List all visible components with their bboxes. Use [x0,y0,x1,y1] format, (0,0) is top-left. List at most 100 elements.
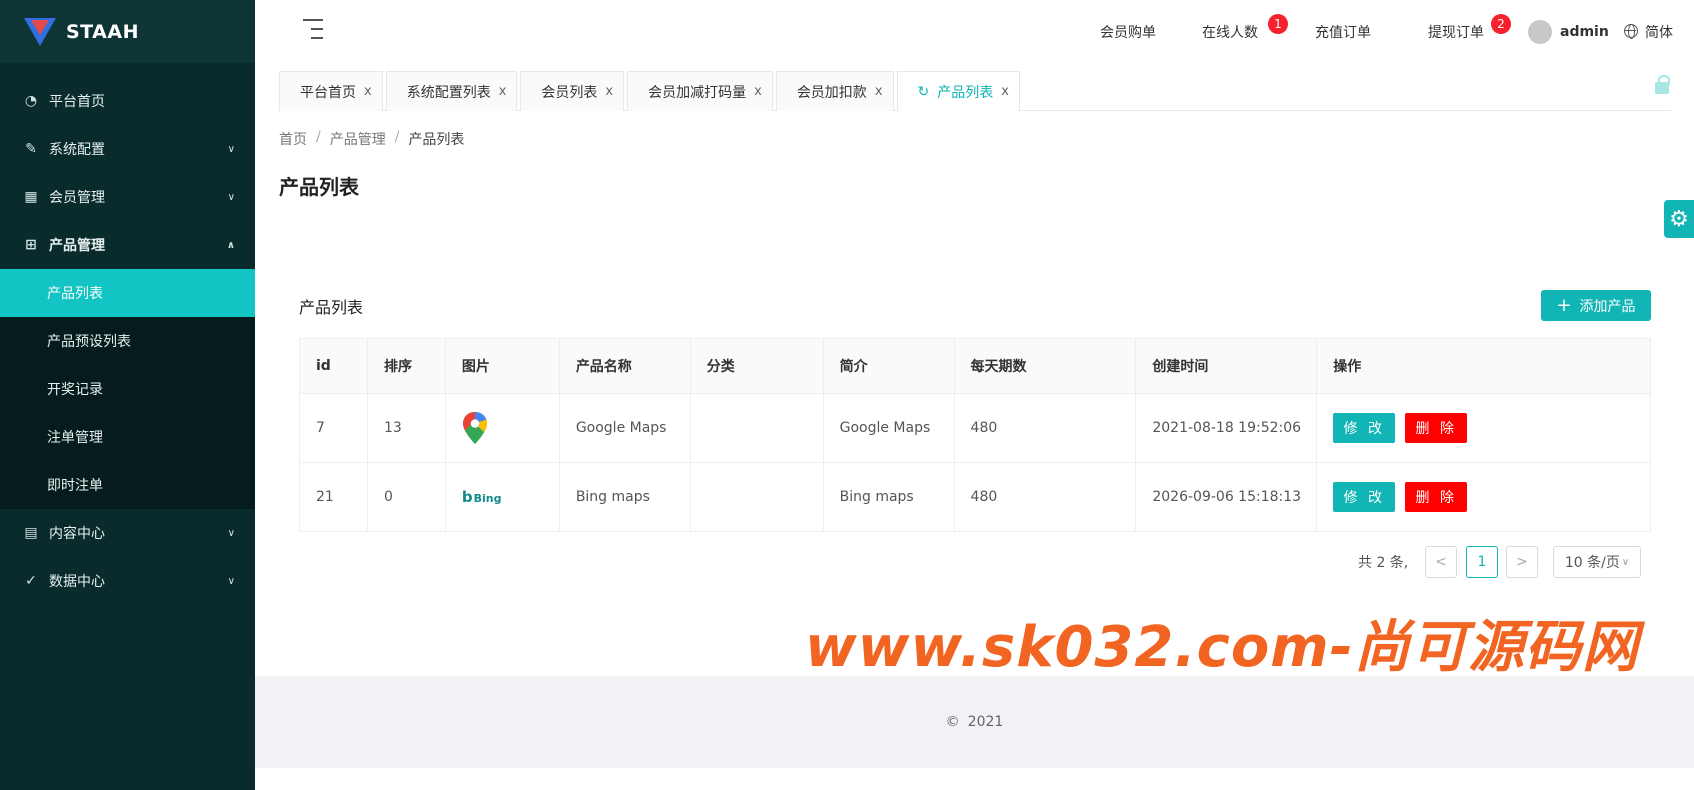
sidebar-submenu: 产品列表 产品预设列表 开奖记录 注单管理 即时注单 [0,269,255,509]
cell-name: Google Maps [558,393,691,463]
tab-platform-home[interactable]: 平台首页 x [279,71,383,111]
cell-periods: 480 [953,393,1137,463]
edit-button[interactable]: 修 改 [1333,413,1396,443]
google-maps-icon [462,412,487,444]
sidebar-subitem-live-bets[interactable]: 即时注单 [0,461,255,509]
chevron-down-icon: ∨ [227,527,235,539]
close-icon[interactable]: x [364,84,372,99]
username[interactable]: admin [1560,0,1609,63]
edit-icon: ✎ [25,141,37,157]
add-product-button[interactable]: + 添加产品 [1541,290,1651,321]
column-header: 创建时间 [1135,338,1318,394]
globe-icon[interactable] [1624,24,1638,39]
column-header: 每天期数 [953,338,1137,394]
sidebar-subitem-bet-management[interactable]: 注单管理 [0,413,255,461]
tab-system-config-list[interactable]: 系统配置列表 x [385,71,518,111]
refresh-icon[interactable]: ↻ [918,84,930,100]
bing-logo-text: Bing [473,492,502,505]
delete-button[interactable]: 删 除 [1405,413,1468,443]
sidebar-subitem-product-list[interactable]: 产品列表 [0,269,255,317]
sidebar-item-label: 平台首页 [49,94,105,110]
pagination-prev-icon[interactable]: < [1425,546,1457,578]
sidebar-item-home[interactable]: ◔ 平台首页 [0,77,255,125]
logo[interactable]: STAAH [0,0,255,63]
dashboard-icon: ◔ [24,93,38,109]
table-row: 21 0 bBing Bing maps Bing maps 480 2026-… [299,462,1651,532]
cell-periods: 480 [953,462,1137,532]
close-icon[interactable]: x [499,84,507,99]
sidebar-subitem-draw-records[interactable]: 开奖记录 [0,365,255,413]
cell-sort: 13 [366,393,446,463]
nav-withdraw-orders[interactable]: 提现订单 [1428,0,1484,63]
tab-member-list[interactable]: 会员列表 x [520,71,625,111]
avatar[interactable] [1528,20,1552,44]
pagination-page-1[interactable]: 1 [1466,546,1498,578]
tab-product-list[interactable]: ↻ 产品列表 x [896,71,1020,112]
table-row: 7 13 Google Maps Google Maps 480 2021-08… [299,393,1651,463]
tab-label: 平台首页 [300,84,356,101]
cell-actions: 修 改删 除 [1316,393,1651,463]
page-title: 产品列表 [279,175,359,199]
sidebar-item-label: 产品管理 [49,238,105,254]
page-size-select[interactable]: 10 条/页 ∨ [1553,546,1641,578]
breadcrumb-product-management[interactable]: 产品管理 [330,129,386,149]
sidebar-item-label: 系统配置 [49,142,105,158]
cell-name: Bing maps [558,462,691,532]
column-header: 图片 [444,338,560,394]
sidebar-item-label: 会员管理 [49,190,105,206]
cell-id: 21 [299,462,368,532]
tab-label: 产品列表 [937,84,994,101]
top-header: 会员购单 在线人数 1 充值订单 提现订单 2 admin 简体 [255,0,1694,63]
sidebar-item-data[interactable]: ✓ 数据中心 ∨ [0,557,255,605]
delete-button[interactable]: 删 除 [1405,482,1468,512]
edit-button[interactable]: 修 改 [1333,482,1396,512]
pagination-total: 共 2 条, [1358,555,1409,571]
column-header: 产品名称 [558,338,691,394]
logo-mark-icon [24,17,56,46]
cell-category [689,462,824,532]
add-product-label: 添加产品 [1579,298,1636,315]
sidebar-subitem-product-preset[interactable]: 产品预设列表 [0,317,255,365]
product-table: id 排序 图片 产品名称 分类 简介 每天期数 创建时间 操作 7 13 Go… [299,338,1651,532]
language-switch[interactable]: 简体 [1645,0,1673,63]
cell-intro: Google Maps [822,393,955,463]
breadcrumb-home[interactable]: 首页 [279,129,307,149]
cell-image [444,393,560,463]
card-title: 产品列表 [299,298,364,317]
sidebar-item-content[interactable]: ▤ 内容中心 ∨ [0,509,255,557]
chevron-down-icon: ∨ [227,575,235,587]
logo-text: STAAH [66,20,139,43]
pagination-next-icon[interactable]: > [1506,546,1538,578]
sidebar-item-members[interactable]: ▦ 会员管理 ∨ [0,173,255,221]
sidebar-item-label: 数据中心 [49,574,105,590]
page-size-value: 10 条/页 [1564,555,1620,571]
footer: © 2021 [255,676,1694,768]
lock-icon[interactable] [1655,75,1670,94]
menu-toggle-icon[interactable] [303,19,323,39]
sidebar-item-products[interactable]: ⊞ 产品管理 ∧ [0,221,255,269]
tab-member-balance-adjust[interactable]: 会员加扣款 x [775,71,894,111]
bottom-strip [255,768,1694,790]
nav-online-users[interactable]: 在线人数 [1202,0,1258,63]
tab-member-betting-volume[interactable]: 会员加减打码量 x [627,71,773,111]
column-header: 简介 [822,338,955,394]
nav-recharge-orders[interactable]: 充值订单 [1315,0,1371,63]
column-header: 排序 [366,338,446,394]
table-header-row: id 排序 图片 产品名称 分类 简介 每天期数 创建时间 操作 [299,338,1651,394]
chevron-down-icon: ∨ [1621,556,1630,568]
cell-image: bBing [444,462,560,532]
cell-created: 2021-08-18 19:52:06 [1135,393,1318,463]
gear-icon[interactable]: ⚙ [1664,200,1694,238]
close-icon[interactable]: x [875,84,883,99]
tab-label: 系统配置列表 [406,84,491,101]
check-circle-icon: ✓ [25,573,37,589]
bing-b-icon: b [461,488,473,506]
sidebar-item-system-config[interactable]: ✎ 系统配置 ∨ [0,125,255,173]
close-icon[interactable]: x [605,84,613,99]
breadcrumb-separator: / [316,129,321,145]
close-icon[interactable]: x [754,84,762,99]
copyright-icon: © [945,714,960,730]
bing-logo: bBing [462,488,502,506]
nav-member-orders[interactable]: 会员购单 [1100,0,1156,63]
close-icon[interactable]: x [1001,84,1009,99]
